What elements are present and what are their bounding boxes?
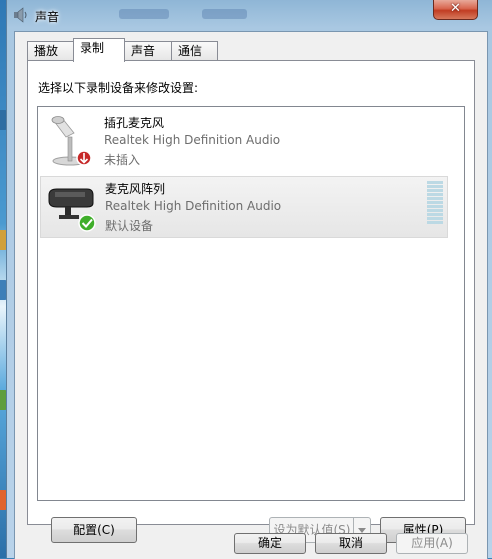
dialog-body: 播放 录制 声音 通信 选择以下录制设备来修改设置: 插孔麦克风 Realtek… [14,31,488,559]
device-item-microphone-array[interactable]: 麦克风阵列 Realtek High Definition Audio 默认设备 [40,176,448,238]
device-name: 麦克风阵列 [105,182,166,196]
device-name: 插孔麦克风 [104,116,165,130]
cancel-button[interactable]: 取消 [315,533,387,554]
level-meter [427,181,443,225]
button-label: 应用(A) [411,536,453,550]
unplugged-down-arrow-icon [76,150,92,166]
speaker-icon [14,7,27,23]
device-status: 未插入 [104,153,141,167]
title-bar-reflection [202,9,247,19]
tab-label: 通信 [178,44,203,58]
sound-dialog: 声音 ✕ 播放 录制 声音 通信 选择以下录制设备来修改设置: 插孔麦克风 Re… [6,0,492,559]
tab-communications[interactable]: 通信 [171,41,218,60]
device-status: 默认设备 [105,219,154,233]
apply-button[interactable]: 应用(A) [396,533,468,554]
button-label: 配置(C) [73,523,115,537]
recording-tab-panel: 选择以下录制设备来修改设置: 插孔麦克风 Realtek High Defini… [27,60,475,543]
instruction-text: 选择以下录制设备来修改设置: [38,81,199,95]
microphone-icon [51,116,92,166]
ok-button[interactable]: 确定 [234,533,306,554]
microphone-array-icon [48,188,96,232]
button-label: 取消 [338,536,363,550]
device-item-jack-microphone[interactable]: 插孔麦克风 Realtek High Definition Audio 未插入 [38,111,450,173]
tab-label: 播放 [34,44,59,58]
close-icon: ✕ [450,1,461,16]
tab-playback[interactable]: 播放 [27,41,74,60]
tab-label: 声音 [131,44,156,58]
device-driver: Realtek High Definition Audio [105,199,282,213]
window-title: 声音 [35,10,60,24]
tab-sounds[interactable]: 声音 [124,41,172,60]
title-bar-reflection [119,9,169,19]
button-label: 确定 [257,536,282,550]
tab-recording[interactable]: 录制 [73,38,125,62]
device-driver: Realtek High Definition Audio [104,133,281,147]
default-checkmark-icon [78,214,96,232]
tab-label: 录制 [80,41,105,55]
configure-button[interactable]: 配置(C) [51,517,137,543]
device-list[interactable]: 插孔麦克风 Realtek High Definition Audio 未插入 [37,106,465,501]
close-button[interactable]: ✕ [433,0,478,20]
title-bar[interactable]: 声音 ✕ [7,0,492,30]
